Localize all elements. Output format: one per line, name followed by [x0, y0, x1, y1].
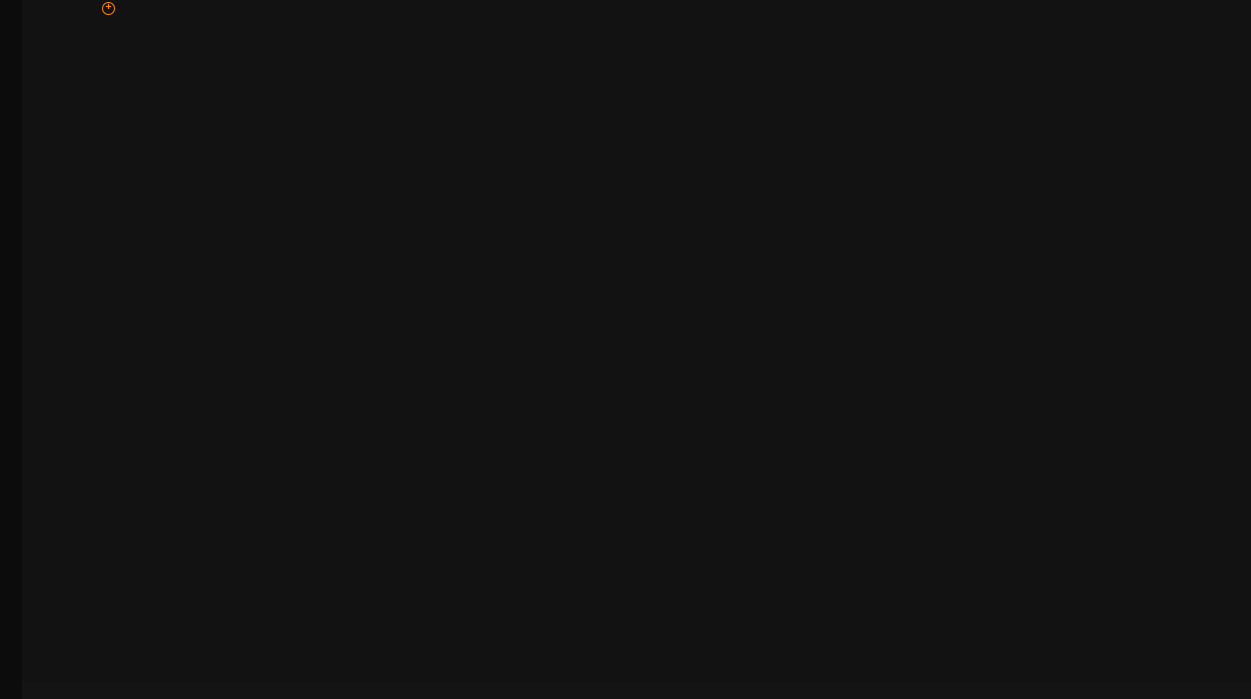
top-bar: +	[24, 0, 1251, 16]
period-selector[interactable]	[25, 664, 29, 678]
kline-app: +	[0, 0, 1251, 699]
chart-canvas[interactable]	[0, 0, 1251, 699]
x-axis	[0, 663, 1251, 681]
expand-plus-icon[interactable]: +	[102, 2, 115, 15]
indicator-toolbar	[0, 682, 1251, 699]
sidebar	[0, 0, 22, 699]
